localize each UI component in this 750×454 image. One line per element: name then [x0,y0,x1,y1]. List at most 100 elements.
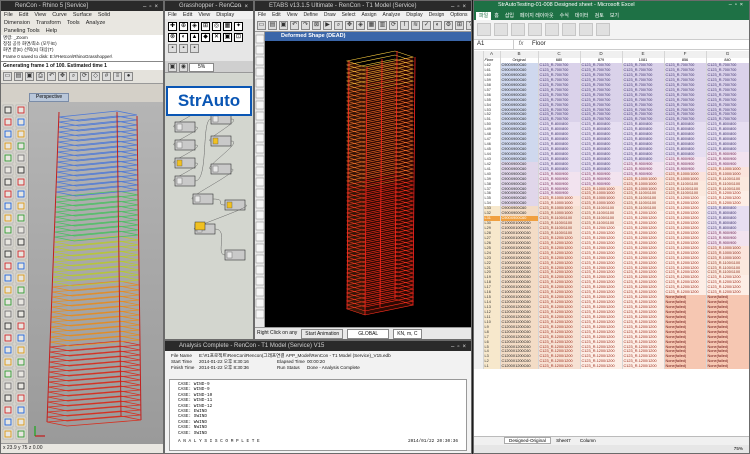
save-icon[interactable]: ▣ [25,72,34,81]
deformed-icon[interactable]: ⌇ [400,21,409,30]
coord-system-select[interactable]: GLOBAL [347,329,390,339]
number-format-icon[interactable] [528,23,542,36]
component-icon[interactable]: ⊕ [179,22,188,31]
etabs-menu-analyze[interactable]: Analyze [382,12,400,18]
component-icon[interactable]: ◈ [190,22,199,31]
col-header[interactable]: D [580,51,623,58]
design-cell[interactable]: None(failed) [664,364,707,370]
run-icon[interactable]: ▶ [323,21,332,30]
col-header[interactable]: F [664,51,707,58]
window-controls-icon[interactable]: –▫× [451,342,469,351]
3d-view-icon[interactable]: ◈ [356,21,365,30]
component-icon[interactable]: ▣ [223,33,232,42]
paste-icon[interactable] [477,23,491,36]
menu-solid[interactable]: Solid [98,12,110,18]
etabs-menu-display[interactable]: Display [406,12,422,18]
original-cell[interactable]: C1200X1200C60 [500,364,539,370]
gh-menu-edit[interactable]: Edit [183,12,192,18]
component-icon[interactable]: ▪ [179,44,188,53]
gh-menu-display[interactable]: Display [216,12,234,18]
start-animation-button[interactable]: Start Animation [301,329,344,339]
component-icon[interactable]: ◐ [179,33,188,42]
menu-tools[interactable]: Tools [67,20,80,26]
window-controls-icon[interactable]: –▫× [143,2,161,11]
lock-icon[interactable]: ⊠ [312,21,321,30]
floor-cell[interactable]: L1 [483,364,501,370]
etabs-menu-assign[interactable]: Assign [361,12,376,18]
component-icon[interactable]: ◆ [201,33,210,42]
grid-icon[interactable]: # [102,72,111,81]
col-header[interactable]: C [538,51,581,58]
analysis-log[interactable]: CASE: WIND-9 CASE: WIND-9 CASE: WIND-10 … [169,379,467,451]
design-cell[interactable]: C123_R-1200/1200 [580,364,623,370]
menu-surface[interactable]: Surface [73,12,92,18]
elev-view-icon[interactable]: ▥ [378,21,387,30]
rhino-viewport[interactable] [29,102,163,445]
ribbon-tab-data[interactable]: 데이터 [572,12,592,20]
redo-icon[interactable]: ↷ [301,21,310,30]
etabs-menu-design[interactable]: Design [429,12,445,18]
zoom-icon[interactable]: ⌕ [69,72,78,81]
component-icon[interactable]: ◎ [212,22,221,31]
menu-paneling-tools[interactable]: Paneling Tools [4,28,40,34]
zoom-level[interactable]: 5% [189,63,215,72]
gh-menu-view[interactable]: View [198,12,210,18]
ribbon-tab-file[interactable]: 파일 [476,12,492,20]
col-header[interactable]: G [706,51,749,58]
display-icon[interactable]: ◐ [433,21,442,30]
pan-icon[interactable]: ✥ [58,72,67,81]
rotate-icon[interactable]: ⟳ [80,72,89,81]
col-header[interactable]: E [622,51,665,58]
pan-icon[interactable]: ✥ [345,21,354,30]
component-icon[interactable]: ⊡ [234,33,243,42]
select-all-corner[interactable] [474,51,484,58]
col-header[interactable]: A [483,51,501,58]
component-icon[interactable]: ▦ [223,22,232,31]
sheet-grid[interactable]: A B C D E F G Floor Original 680 879 108… [474,51,749,437]
save-icon[interactable]: ▣ [279,21,288,30]
cells-icon[interactable] [562,23,576,36]
etabs-menu-file[interactable]: File [258,12,266,18]
design-cell[interactable]: C123_R-1200/1200 [622,364,665,370]
help-icon[interactable]: ? [466,21,471,30]
component-icon[interactable]: ▪ [190,44,199,53]
font-icon[interactable] [494,23,508,36]
component-icon[interactable]: ▪ [168,44,177,53]
print-icon[interactable]: ⎙ [36,72,45,81]
col-header[interactable]: B [500,51,539,58]
sort-icon[interactable] [579,23,593,36]
component-icon[interactable]: ✕ [212,33,221,42]
new-file-icon[interactable]: ▭ [3,72,12,81]
ribbon-tab-formulas[interactable]: 수식 [557,12,572,20]
viewport-tab-perspective[interactable]: Perspective [29,93,70,102]
units-icon[interactable]: ⊞ [455,21,464,30]
options-icon[interactable]: ⚙ [444,21,453,30]
etabs-menu-select[interactable]: Select [342,12,356,18]
zoom-level[interactable]: 75% [734,446,743,451]
tool-palette-icons[interactable] [1,102,29,445]
find-icon[interactable] [596,23,610,36]
sheet-tab-column[interactable]: Column [576,438,600,443]
menu-transform[interactable]: Transform [36,20,61,26]
etabs-menu-draw[interactable]: Draw [324,12,336,18]
select-icon[interactable]: ◇ [91,72,100,81]
menu-help[interactable]: Help [46,28,57,34]
undo-icon[interactable]: ↶ [47,72,56,81]
window-controls-icon[interactable]: –▫× [729,1,746,10]
layer-icon[interactable]: ≡ [113,72,122,81]
component-icon[interactable]: ⊗ [168,33,177,42]
units-select[interactable]: KN, m, C [393,329,422,339]
component-icon[interactable]: ▲ [190,33,199,42]
sheet-tab-designed-original[interactable]: Designed-Original [504,437,551,444]
ribbon-tab-home[interactable]: 홈 [491,12,502,20]
rotate-icon[interactable]: ⟳ [389,21,398,30]
etabs-menu-view[interactable]: View [287,12,298,18]
zoom-icon[interactable]: ⌕ [334,21,343,30]
etabs-menu-options[interactable]: Options [450,12,467,18]
component-icon[interactable]: ✚ [168,22,177,31]
open-icon[interactable]: ▤ [268,21,277,30]
etabs-viewport[interactable] [265,41,471,326]
window-controls-icon[interactable]: –▫× [233,2,251,11]
draw-tools-icons[interactable] [255,32,265,329]
menu-dimension[interactable]: Dimension [4,20,30,26]
